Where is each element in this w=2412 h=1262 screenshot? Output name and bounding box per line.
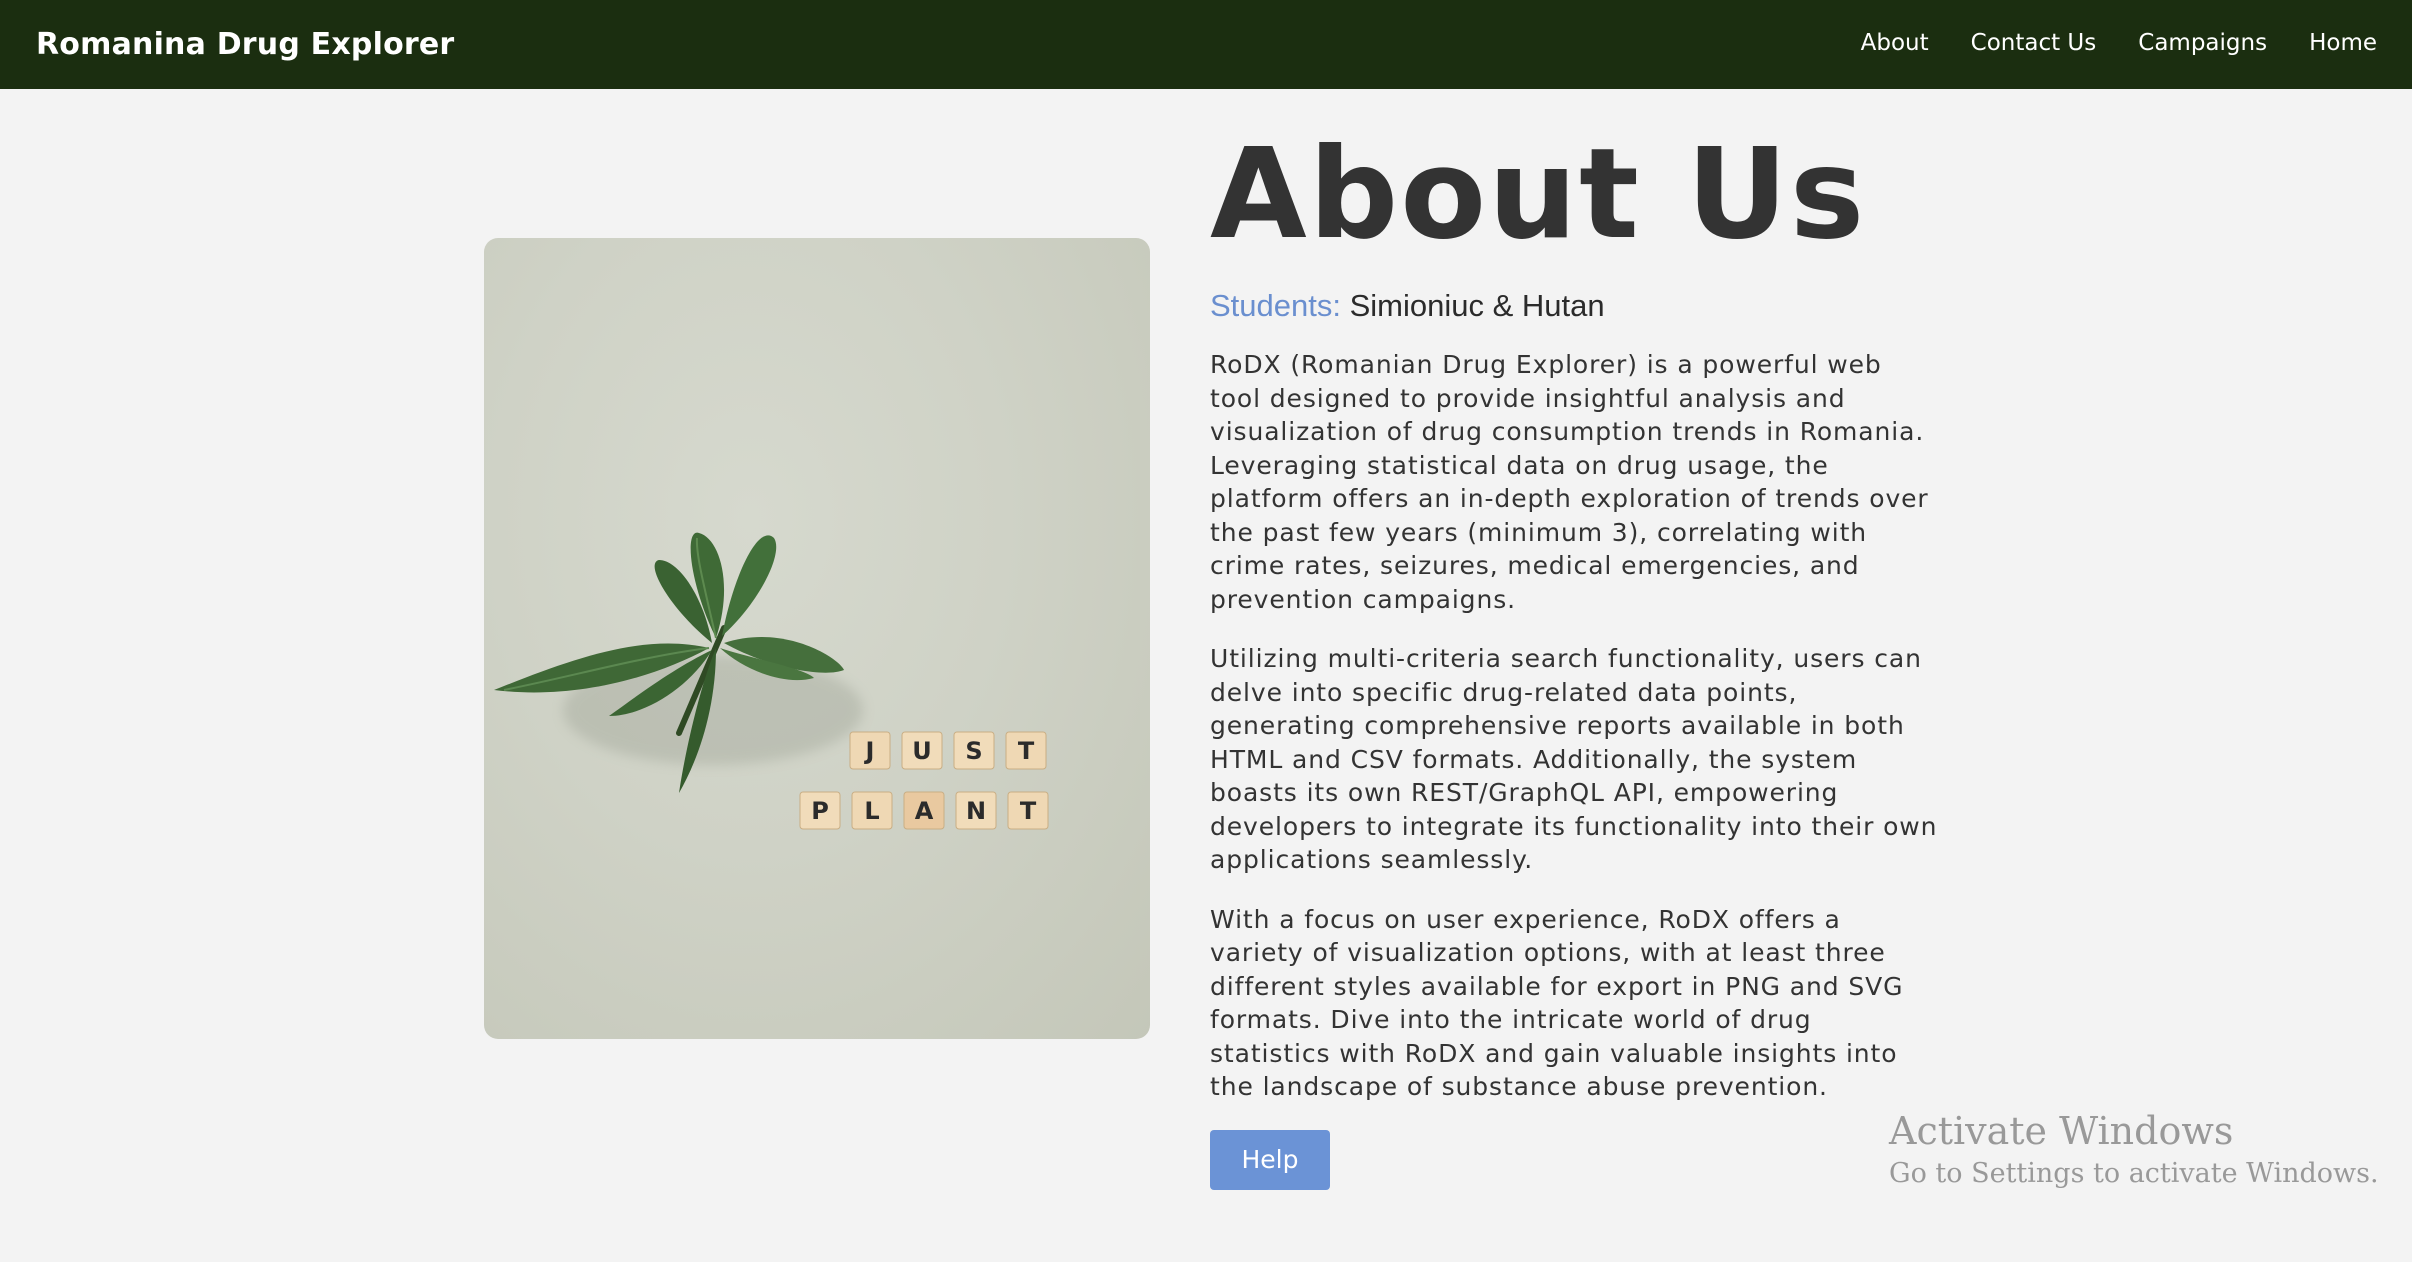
about-paragraph: RoDX (Romanian Drug Explorer) is a power…	[1210, 350, 1929, 614]
students-label: Students:	[1210, 288, 1341, 323]
tile-letter: N	[966, 797, 986, 825]
nav-link-contact-us[interactable]: Contact Us	[1971, 30, 2097, 56]
top-navbar: Romanina Drug Explorer About Contact Us …	[0, 0, 2412, 89]
page-title: About Us	[1210, 122, 1867, 267]
site-brand[interactable]: Romanina Drug Explorer	[36, 27, 454, 62]
tile-letter: S	[965, 737, 982, 765]
watermark-subtitle: Go to Settings to activate Windows.	[1889, 1158, 2379, 1189]
nav-links: About Contact Us Campaigns Home	[1861, 30, 2377, 56]
nav-link-campaigns[interactable]: Campaigns	[2138, 30, 2267, 56]
tile-letter: P	[811, 797, 829, 825]
students-names: Simioniuc & Hutan	[1349, 288, 1605, 323]
about-paragraph: Utilizing multi-criteria search function…	[1210, 644, 1938, 874]
tile-letter: T	[1020, 797, 1037, 825]
about-content: About Us Students: Simioniuc & Hutan RoD…	[1210, 120, 1940, 1190]
tile-letter: L	[864, 797, 879, 825]
about-paragraph: With a focus on user experience, RoDX of…	[1210, 904, 1904, 1102]
watermark-title: Activate Windows	[1889, 1109, 2234, 1153]
tile-letter: T	[1018, 737, 1035, 765]
nav-link-home[interactable]: Home	[2309, 30, 2377, 56]
hero-image: J U S T P L A N T	[484, 238, 1150, 1039]
tile-row-just: J U S T	[849, 731, 1047, 770]
help-button[interactable]: Help	[1210, 1129, 1330, 1190]
tile-row-plant: P L A N T	[799, 791, 1049, 830]
tile-letter: J	[864, 737, 875, 765]
tile-letter: A	[915, 797, 934, 825]
tile-letter: U	[912, 737, 932, 765]
nav-link-about[interactable]: About	[1861, 30, 1929, 56]
students-line: Students: Simioniuc & Hutan	[1210, 286, 1940, 326]
windows-activation-watermark: Activate Windows Go to Settings to activ…	[1889, 1108, 2379, 1194]
